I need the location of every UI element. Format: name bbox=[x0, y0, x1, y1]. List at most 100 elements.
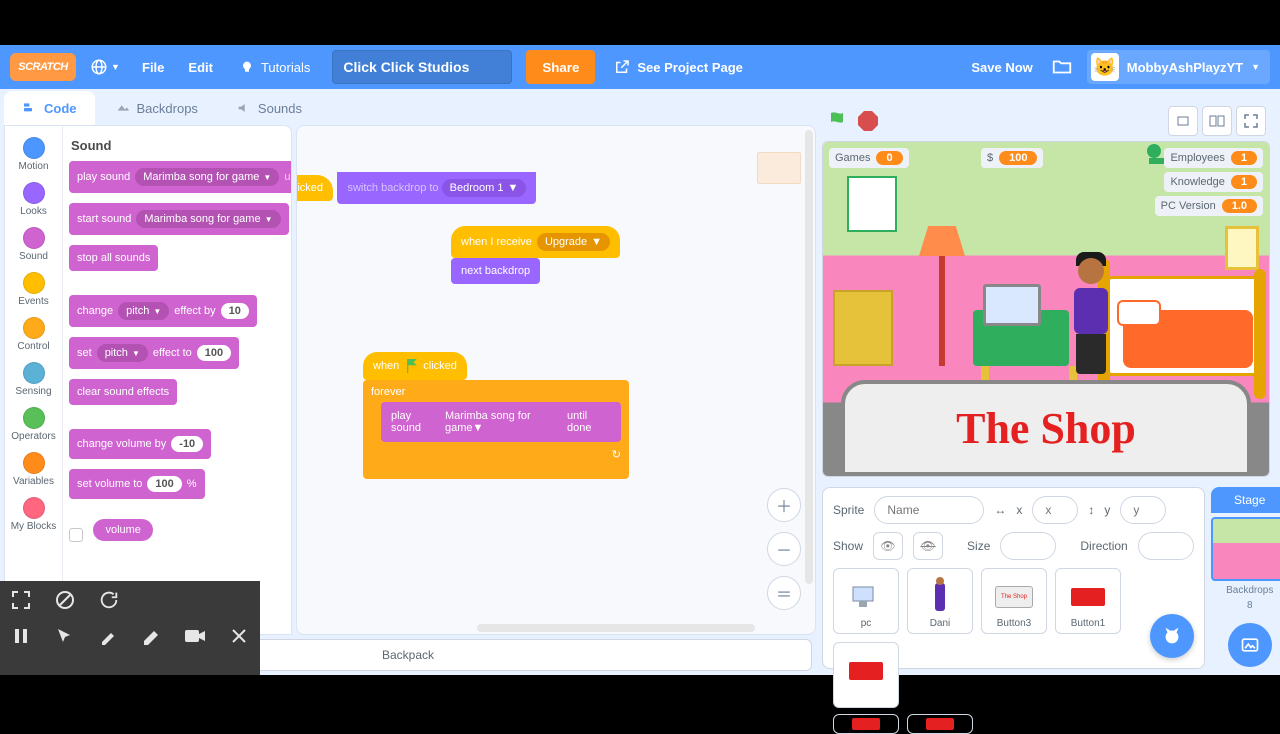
stage-large-button[interactable] bbox=[1202, 106, 1232, 136]
size-input[interactable] bbox=[1000, 532, 1056, 560]
add-backdrop-button[interactable] bbox=[1228, 623, 1272, 667]
stage-thumbnail[interactable] bbox=[1211, 517, 1280, 581]
workspace-scrollbar-vertical[interactable] bbox=[805, 130, 813, 584]
scratch-logo[interactable]: SCRATCH bbox=[10, 53, 76, 81]
sprite-tile-extra-2[interactable] bbox=[907, 714, 973, 734]
pillow-prop bbox=[1117, 300, 1161, 326]
flag-icon bbox=[404, 359, 418, 373]
cat-icon bbox=[1161, 625, 1183, 647]
stop-button[interactable] bbox=[858, 111, 878, 131]
rec-camera-icon[interactable] bbox=[184, 625, 206, 647]
save-now-button[interactable]: Save Now bbox=[959, 60, 1044, 75]
backdrops-label: Backdrops bbox=[1211, 585, 1280, 596]
zoom-out-button[interactable]: － bbox=[767, 532, 801, 566]
category-looks[interactable]: Looks bbox=[5, 177, 62, 222]
sprite-tile-button1[interactable]: Button1 bbox=[1055, 568, 1121, 634]
show-hidden-button[interactable]: 👁 bbox=[913, 532, 943, 560]
sprite-tile-extra-1[interactable] bbox=[833, 714, 899, 734]
see-project-page-button[interactable]: See Project Page bbox=[601, 58, 755, 76]
shop-banner: The Shop bbox=[841, 380, 1251, 476]
direction-input[interactable] bbox=[1138, 532, 1194, 560]
lamp-prop bbox=[939, 246, 945, 366]
tab-sounds-label: Sounds bbox=[258, 101, 302, 116]
sprite-name-input[interactable] bbox=[874, 496, 984, 524]
rec-pause-icon[interactable] bbox=[10, 625, 32, 647]
rec-fullscreen-icon[interactable] bbox=[10, 589, 32, 611]
hud-pcversion: PC Version1.0 bbox=[1155, 196, 1263, 216]
add-sprite-button[interactable] bbox=[1150, 614, 1194, 658]
project-title-input[interactable] bbox=[332, 50, 512, 84]
rec-cancel-icon[interactable] bbox=[54, 589, 76, 611]
sprite-tile-button-extra[interactable] bbox=[833, 642, 899, 708]
show-visible-button[interactable]: 👁 bbox=[873, 532, 903, 560]
stage-column: The Shop Games0 $100 Employees1 Knowledg… bbox=[822, 101, 1270, 669]
tab-code[interactable]: Code bbox=[4, 91, 95, 125]
script-switch-backdrop[interactable]: switch backdrop to Bedroom 1▼ bbox=[337, 172, 536, 204]
category-sound[interactable]: Sound bbox=[5, 222, 62, 267]
rec-close-icon[interactable] bbox=[228, 625, 250, 647]
code-icon bbox=[22, 100, 38, 116]
block-clear-sound-effects[interactable]: clear sound effects bbox=[69, 379, 177, 405]
y-input[interactable] bbox=[1120, 496, 1166, 524]
zoom-reset-button[interactable]: ＝ bbox=[767, 576, 801, 610]
block-stop-all-sounds[interactable]: stop all sounds bbox=[69, 245, 158, 271]
tab-code-label: Code bbox=[44, 101, 77, 116]
stage-fullscreen-button[interactable] bbox=[1236, 106, 1266, 136]
green-flag-button[interactable] bbox=[826, 109, 850, 133]
block-change-volume[interactable]: change volume by -10 bbox=[69, 429, 211, 459]
sprite-tile-dani[interactable]: Dani bbox=[907, 568, 973, 634]
category-events[interactable]: Events bbox=[5, 267, 62, 312]
rec-cursor-icon[interactable] bbox=[54, 625, 76, 647]
script-hat-receive[interactable]: when I receive Upgrade▼ bbox=[451, 226, 620, 258]
zoom-in-button[interactable]: ＋ bbox=[767, 488, 801, 522]
category-variables[interactable]: Variables bbox=[5, 447, 62, 492]
block-start-sound[interactable]: start sound Marimba song for game▼ bbox=[69, 203, 289, 235]
language-selector[interactable]: ▼ bbox=[90, 58, 120, 76]
volume-monitor-checkbox[interactable] bbox=[69, 528, 83, 542]
tab-sounds[interactable]: Sounds bbox=[218, 91, 320, 125]
script-hat-flag-clicked-1[interactable]: clicked bbox=[296, 175, 333, 201]
x-input[interactable] bbox=[1032, 496, 1078, 524]
rec-marker-icon[interactable] bbox=[141, 625, 163, 647]
code-workspace[interactable]: clicked switch backdrop to Bedroom 1▼ wh… bbox=[296, 125, 816, 635]
block-volume-reporter[interactable]: volume bbox=[93, 519, 152, 541]
chevron-down-icon: ▼ bbox=[1251, 62, 1260, 72]
chevron-down-icon: ▼ bbox=[111, 62, 120, 72]
workspace-scrollbar-horizontal[interactable] bbox=[477, 624, 755, 632]
script-play-sound-until-done[interactable]: play sound Marimba song for game▼ until … bbox=[381, 402, 621, 442]
dani-sprite[interactable] bbox=[1069, 256, 1113, 376]
file-menu[interactable]: File bbox=[130, 60, 176, 75]
script-next-backdrop[interactable]: next backdrop bbox=[451, 258, 540, 284]
category-column: MotionLooksSoundEventsControlSensingOper… bbox=[5, 126, 63, 634]
sprite-tile-pc[interactable]: pc bbox=[833, 568, 899, 634]
category-control[interactable]: Control bbox=[5, 312, 62, 357]
block-palette: MotionLooksSoundEventsControlSensingOper… bbox=[4, 125, 292, 635]
shelf-prop bbox=[833, 290, 893, 366]
account-menu[interactable]: 😺 MobbyAshPlayzYT ▼ bbox=[1087, 50, 1270, 84]
script-hat-flag-clicked-2[interactable]: when clicked bbox=[363, 352, 467, 380]
category-sensing[interactable]: Sensing bbox=[5, 357, 62, 402]
edit-menu[interactable]: Edit bbox=[176, 60, 225, 75]
share-button[interactable]: Share bbox=[526, 50, 595, 84]
paint-icon bbox=[115, 100, 131, 116]
my-stuff-button[interactable] bbox=[1045, 50, 1079, 84]
category-operators[interactable]: Operators bbox=[5, 402, 62, 447]
avatar: 😺 bbox=[1091, 53, 1119, 81]
rec-refresh-icon[interactable] bbox=[98, 589, 120, 611]
script-forever[interactable]: forever play sound Marimba song for game… bbox=[363, 380, 629, 479]
rec-pencil-icon[interactable] bbox=[97, 625, 119, 647]
tutorials-button[interactable]: Tutorials bbox=[225, 59, 324, 75]
tab-backdrops[interactable]: Backdrops bbox=[97, 91, 216, 125]
category-motion[interactable]: Motion bbox=[5, 132, 62, 177]
block-change-effect[interactable]: change pitch▼ effect by 10 bbox=[69, 295, 257, 327]
stage-tab[interactable]: Stage bbox=[1211, 487, 1280, 513]
block-set-volume[interactable]: set volume to 100 % bbox=[69, 469, 205, 499]
stage[interactable]: The Shop Games0 $100 Employees1 Knowledg… bbox=[822, 141, 1270, 477]
block-play-sound-until-done[interactable]: play sound Marimba song for game▼ until … bbox=[69, 161, 291, 193]
sprite-tile-button3[interactable]: The ShopButton3 bbox=[981, 568, 1047, 634]
stage-small-button[interactable] bbox=[1168, 106, 1198, 136]
category-my-blocks[interactable]: My Blocks bbox=[5, 492, 62, 537]
block-set-effect[interactable]: set pitch▼ effect to 100 bbox=[69, 337, 239, 369]
tab-backdrops-label: Backdrops bbox=[137, 101, 198, 116]
palette-scroll[interactable]: Sound play sound Marimba song for game▼ … bbox=[63, 126, 291, 634]
